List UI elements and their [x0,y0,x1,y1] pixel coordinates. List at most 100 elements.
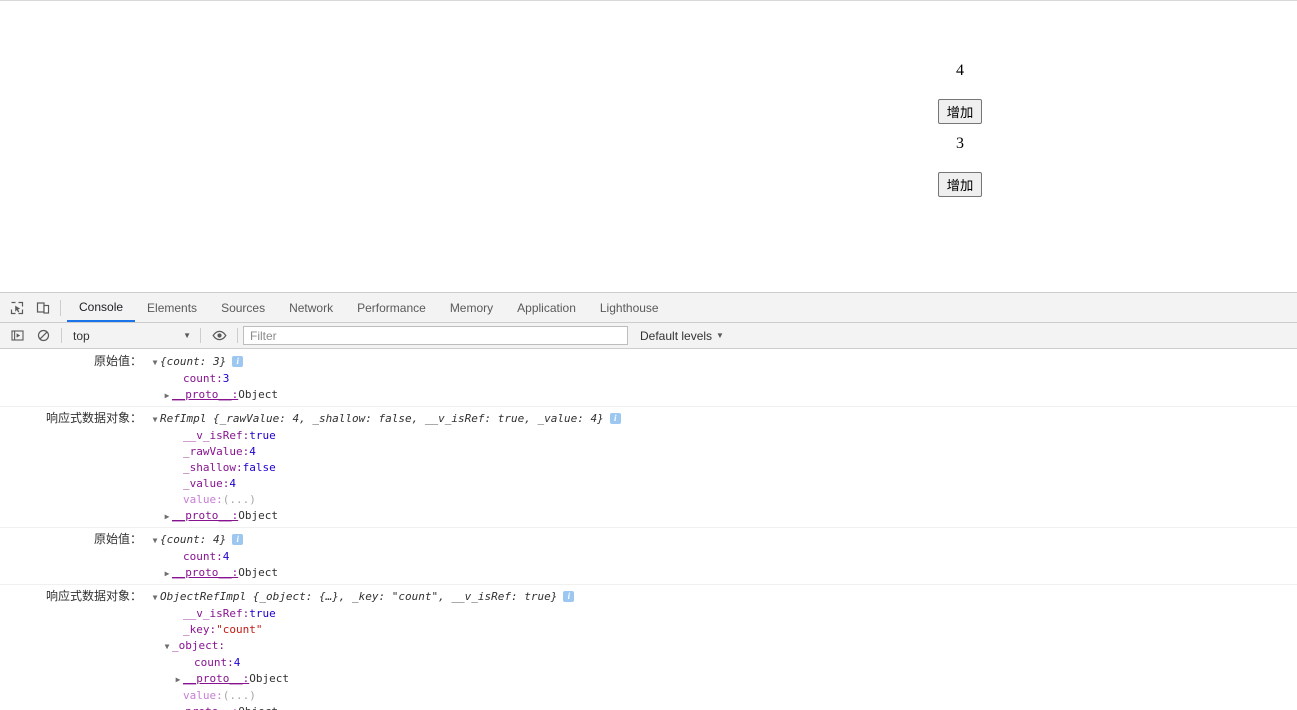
disclosure-triangle-icon[interactable]: ▼ [150,355,160,371]
inspect-element-icon[interactable] [4,295,30,321]
object-preview: RefImpl {_rawValue: 4, _shallow: false, … [160,412,604,425]
property-value: Object [238,566,278,579]
object-property-row[interactable]: _rawValue: 4 [0,444,1297,460]
tab-memory[interactable]: Memory [438,293,505,322]
console-message[interactable]: 原始值： ▼ {count: 4} i count: 4 ▶ __proto__: Obje… [0,528,1297,585]
log-levels-label: Default levels [640,328,713,343]
tab-lighthouse[interactable]: Lighthouse [588,293,671,322]
console-message[interactable]: 原始值： ▼ {count: 3} i count: 3 ▶ __proto__: Obje… [0,350,1297,407]
console-message-header[interactable]: 响应式数据对象： ▼ RefImpl {_rawValue: 4, _shallow… [0,410,1297,428]
log-levels-selector[interactable]: Default levels ▼ [640,329,724,343]
console-toolbar-divider-2 [200,328,201,343]
info-badge-icon[interactable]: i [232,356,244,367]
tab-console[interactable]: Console [67,293,136,322]
console-message-header[interactable]: 原始值： ▼ {count: 4} i [0,531,1297,549]
increase-button-toref[interactable]: 增加 [937,172,983,197]
property-name: _object: [172,639,225,652]
property-name: value: [183,493,223,506]
execution-context-label: top [73,328,90,343]
tab-network[interactable]: Network [277,293,345,322]
counter-block-toref: 3 增加 [900,134,1020,197]
disclosure-triangle-icon[interactable]: ▼ [150,533,160,549]
object-property-row[interactable]: __v_isRef: true [0,428,1297,444]
property-value: Object [249,672,289,685]
disclosure-triangle-icon[interactable]: ▼ [162,639,172,655]
object-property-row[interactable]: count: 4 [0,549,1297,565]
chevron-down-icon: ▼ [716,331,724,340]
object-property-row[interactable]: value: (...) [0,492,1297,508]
browser-page-viewport: 4 增加 3 增加 [0,0,1297,292]
increase-button-ref[interactable]: 增加 [937,99,983,124]
property-name: count: [183,550,223,563]
property-name: __proto__: [172,509,239,522]
toolbar-divider [60,299,61,316]
execution-context-selector[interactable]: top ▼ [67,326,195,346]
tab-elements[interactable]: Elements [135,293,209,322]
disclosure-triangle-icon[interactable]: ▶ [162,566,172,582]
execute-snippet-icon[interactable] [4,323,30,349]
console-message[interactable]: 响应式数据对象： ▼ RefImpl {_rawValue: 4, _shallow… [0,407,1297,528]
tab-sources[interactable]: Sources [209,293,277,322]
object-property-row[interactable]: value: (...) [0,688,1297,704]
console-message-list[interactable]: 原始值： ▼ {count: 3} i count: 3 ▶ __proto__: Obje… [0,350,1297,710]
console-message-label: 原始值： [93,532,142,546]
object-property-row[interactable]: ▶__proto__: Object [0,387,1297,404]
devtools-panel: Console Elements Sources Network Perform… [0,292,1297,710]
object-preview: ObjectRefImpl {_object: {…}, _key: "coun… [160,590,558,603]
chevron-down-icon: ▼ [183,331,191,340]
property-value: 4 [233,656,241,669]
property-value: 4 [249,445,256,458]
object-property-row[interactable]: ▶__proto__: Object [0,508,1297,525]
object-property-row[interactable]: count: 4 [0,655,1297,671]
disclosure-triangle-icon[interactable]: ▶ [162,705,172,710]
console-message-label: 响应式数据对象： [45,589,142,603]
object-property-row[interactable]: count: 3 [0,371,1297,387]
property-name: __v_isRef: [183,429,250,442]
property-name: __proto__: [172,566,239,579]
disclosure-triangle-icon[interactable]: ▶ [162,388,172,404]
tab-performance[interactable]: Performance [345,293,438,322]
console-message-header[interactable]: 原始值： ▼ {count: 3} i [0,353,1297,371]
counter-value-ref: 4 [956,62,964,79]
property-name: __v_isRef: [183,607,250,620]
object-property-row[interactable]: ▼ _object: [0,638,1297,655]
property-name: count: [183,372,223,385]
info-badge-icon[interactable]: i [609,413,621,424]
property-name: __proto__: [172,388,239,401]
console-filter-input[interactable] [243,326,628,345]
property-name: _value: [183,477,230,490]
object-property-row[interactable]: _shallow: false [0,460,1297,476]
property-name: _key: [183,623,217,636]
disclosure-triangle-icon[interactable]: ▶ [162,509,172,525]
live-expression-eye-icon[interactable] [206,323,232,349]
property-value: true [249,429,276,442]
disclosure-triangle-icon[interactable]: ▶ [173,672,183,688]
disclosure-triangle-icon[interactable]: ▼ [150,590,160,606]
info-badge-icon[interactable]: i [563,591,575,602]
info-badge-icon[interactable]: i [232,534,244,545]
console-toolbar: top ▼ Default levels ▼ [0,323,1297,349]
device-toolbar-icon[interactable] [30,295,56,321]
object-property-row[interactable]: __v_isRef: true [0,606,1297,622]
object-property-row[interactable]: _key: "count" [0,622,1297,638]
object-property-row[interactable]: ▶__proto__: Object [0,565,1297,582]
counter-value-toref: 3 [956,135,964,152]
object-property-row[interactable]: ▶__proto__: Object [0,671,1297,688]
counter-block-ref: 4 增加 [900,61,1020,124]
property-name: value: [183,689,223,702]
property-name: __proto__: [183,672,250,685]
console-message-header[interactable]: 响应式数据对象： ▼ ObjectRefImpl {_object: {…}, _k… [0,588,1297,606]
property-value: false [242,461,276,474]
object-property-row[interactable]: ▶__proto__: Object [0,704,1297,710]
property-value: 3 [222,372,230,385]
tab-application[interactable]: Application [505,293,588,322]
object-preview: {count: 4} [160,533,227,546]
object-property-row[interactable]: _value: 4 [0,476,1297,492]
property-value: 4 [222,550,230,563]
clear-console-icon[interactable] [30,323,56,349]
property-name: _rawValue: [183,445,250,458]
console-message[interactable]: 响应式数据对象： ▼ ObjectRefImpl {_object: {…}, _k… [0,585,1297,710]
disclosure-triangle-icon[interactable]: ▼ [150,412,160,428]
console-toolbar-divider-1 [61,328,62,343]
console-toolbar-divider-3 [237,328,238,343]
